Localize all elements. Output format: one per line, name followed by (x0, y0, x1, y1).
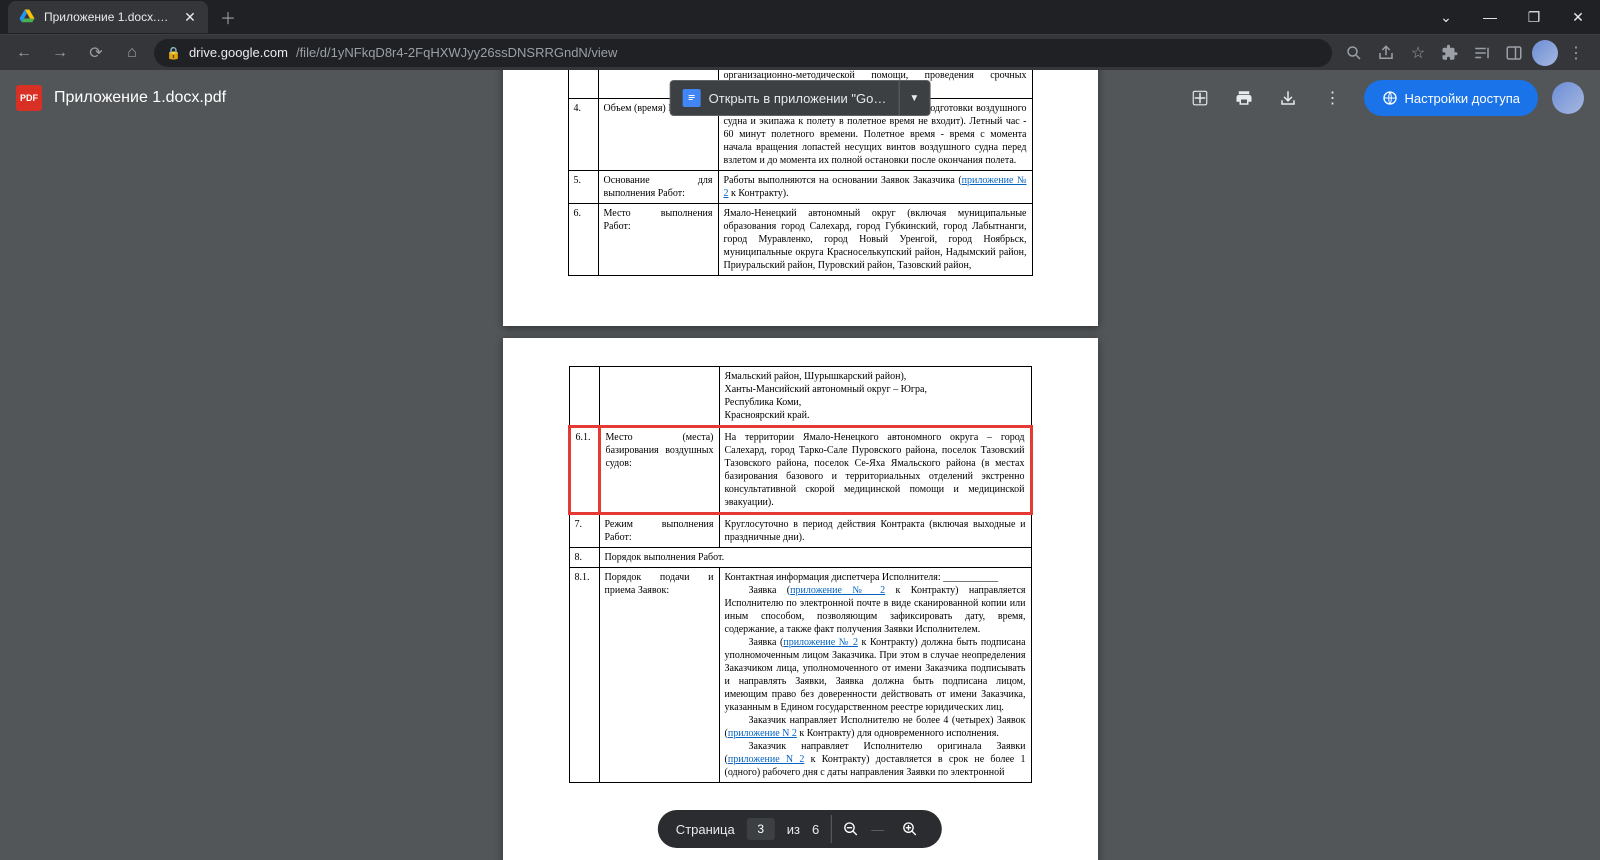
page-number-input[interactable] (747, 818, 775, 840)
profile-avatar[interactable] (1532, 40, 1558, 66)
browser-tab[interactable]: Приложение 1.docx.pdf - Goog ✕ (8, 1, 208, 33)
tab-strip: Приложение 1.docx.pdf - Goog ✕ ＋ ⌄ ― ❐ ✕ (0, 0, 1600, 34)
table-cell: Контактная информация диспетчера Исполни… (719, 568, 1031, 783)
table-cell: Место (места) базирования воздушных судо… (599, 427, 719, 514)
file-name: Приложение 1.docx.pdf (54, 89, 226, 107)
table-cell: 8.1. (569, 568, 599, 783)
maximize-button[interactable]: ❐ (1512, 0, 1556, 34)
link[interactable]: приложение N 2 (728, 728, 797, 739)
table-cell: 5. (568, 171, 598, 204)
link[interactable]: приложение № 2 (790, 585, 885, 596)
print-icon[interactable] (1224, 78, 1264, 118)
link[interactable]: приложение № 2 (783, 637, 858, 648)
table-cell: 8. (569, 548, 599, 568)
pdf-badge-icon: PDF (16, 85, 42, 111)
table-cell: Работы выполняются на основании Заявок З… (718, 171, 1032, 204)
page-controls: Страница из 6 — (658, 810, 942, 848)
document-viewport[interactable]: подвеске воздушного судна специальной ме… (0, 70, 1600, 860)
link[interactable]: приложение N 2 (728, 754, 805, 765)
table-cell: Ямало-Ненецкий автономный округ (включая… (718, 204, 1032, 276)
add-to-drive-icon[interactable] (1180, 78, 1220, 118)
chevron-down-icon[interactable]: ▼ (899, 81, 929, 115)
table-cell: Ямальский район, Шурышкарский район), Ха… (719, 367, 1031, 427)
download-icon[interactable] (1268, 78, 1308, 118)
page-label: Страница (676, 822, 735, 837)
back-button[interactable]: ← (10, 39, 38, 67)
home-button[interactable]: ⌂ (118, 39, 146, 67)
share-button[interactable]: Настройки доступа (1364, 80, 1538, 116)
chevron-down-icon[interactable]: ⌄ (1424, 0, 1468, 34)
account-avatar[interactable] (1552, 82, 1584, 114)
reload-button[interactable]: ⟳ (82, 39, 110, 67)
drive-icon (18, 8, 36, 26)
minimize-button[interactable]: ― (1468, 0, 1512, 34)
table-cell: 6.1. (569, 427, 599, 514)
table-cell (599, 367, 719, 427)
sidepanel-icon[interactable] (1500, 39, 1528, 67)
close-window-button[interactable]: ✕ (1556, 0, 1600, 34)
table-cell-highlighted: На территории Ямало-Ненецкого автономног… (719, 427, 1031, 514)
viewer-header: PDF Приложение 1.docx.pdf Открыть в прил… (0, 70, 1600, 126)
table-cell: Режим выполнения Работ: (599, 514, 719, 548)
close-icon[interactable]: ✕ (182, 9, 198, 25)
table-cell (569, 367, 599, 427)
table-cell: Порядок подачи и приема Заявок: (599, 568, 719, 783)
zoom-icon[interactable] (1340, 39, 1368, 67)
new-tab-button[interactable]: ＋ (214, 3, 242, 31)
table-cell: 6. (568, 204, 598, 276)
forward-button[interactable]: → (46, 39, 74, 67)
docs-icon (683, 89, 701, 107)
kebab-menu-icon[interactable]: ⋮ (1562, 39, 1590, 67)
open-with-button[interactable]: Открыть в приложении "Go… (671, 81, 900, 115)
url-path: /file/d/1yNFkqD8r4-2FqHXWJyy26ssDNSRRGnd… (296, 45, 617, 60)
more-icon[interactable]: ⋮ (1312, 78, 1352, 118)
star-icon[interactable]: ☆ (1404, 39, 1432, 67)
table-cell: Круглосуточно в период действия Контракт… (719, 514, 1031, 548)
tab-title: Приложение 1.docx.pdf - Goog (44, 10, 174, 24)
url-field[interactable]: 🔒 drive.google.com/file/d/1yNFkqD8r4-2Fq… (154, 39, 1332, 67)
url-host: drive.google.com (189, 45, 288, 60)
share-url-icon[interactable] (1372, 39, 1400, 67)
table-cell: 7. (569, 514, 599, 548)
lock-icon: 🔒 (166, 46, 181, 60)
page-total: 6 (812, 822, 819, 837)
table-cell: Основание для выполнения Работ: (598, 171, 718, 204)
table-cell: Место выполнения Работ: (598, 204, 718, 276)
globe-icon (1382, 90, 1398, 106)
zoom-out-button[interactable] (831, 815, 859, 843)
address-bar: ← → ⟳ ⌂ 🔒 drive.google.com/file/d/1yNFkq… (0, 34, 1600, 70)
window-controls: ⌄ ― ❐ ✕ (1424, 0, 1600, 34)
zoom-in-button[interactable] (896, 815, 924, 843)
reading-list-icon[interactable] (1468, 39, 1496, 67)
table-cell: Порядок выполнения Работ. (599, 548, 1031, 568)
document-table: Ямальский район, Шурышкарский район), Ха… (568, 366, 1033, 783)
pdf-page: Ямальский район, Шурышкарский район), Ха… (503, 338, 1098, 860)
extensions-icon[interactable] (1436, 39, 1464, 67)
browser-chrome: Приложение 1.docx.pdf - Goog ✕ ＋ ⌄ ― ❐ ✕… (0, 0, 1600, 70)
page-of-label: из (787, 822, 800, 837)
open-with-dropdown[interactable]: Открыть в приложении "Go… ▼ (670, 80, 931, 116)
